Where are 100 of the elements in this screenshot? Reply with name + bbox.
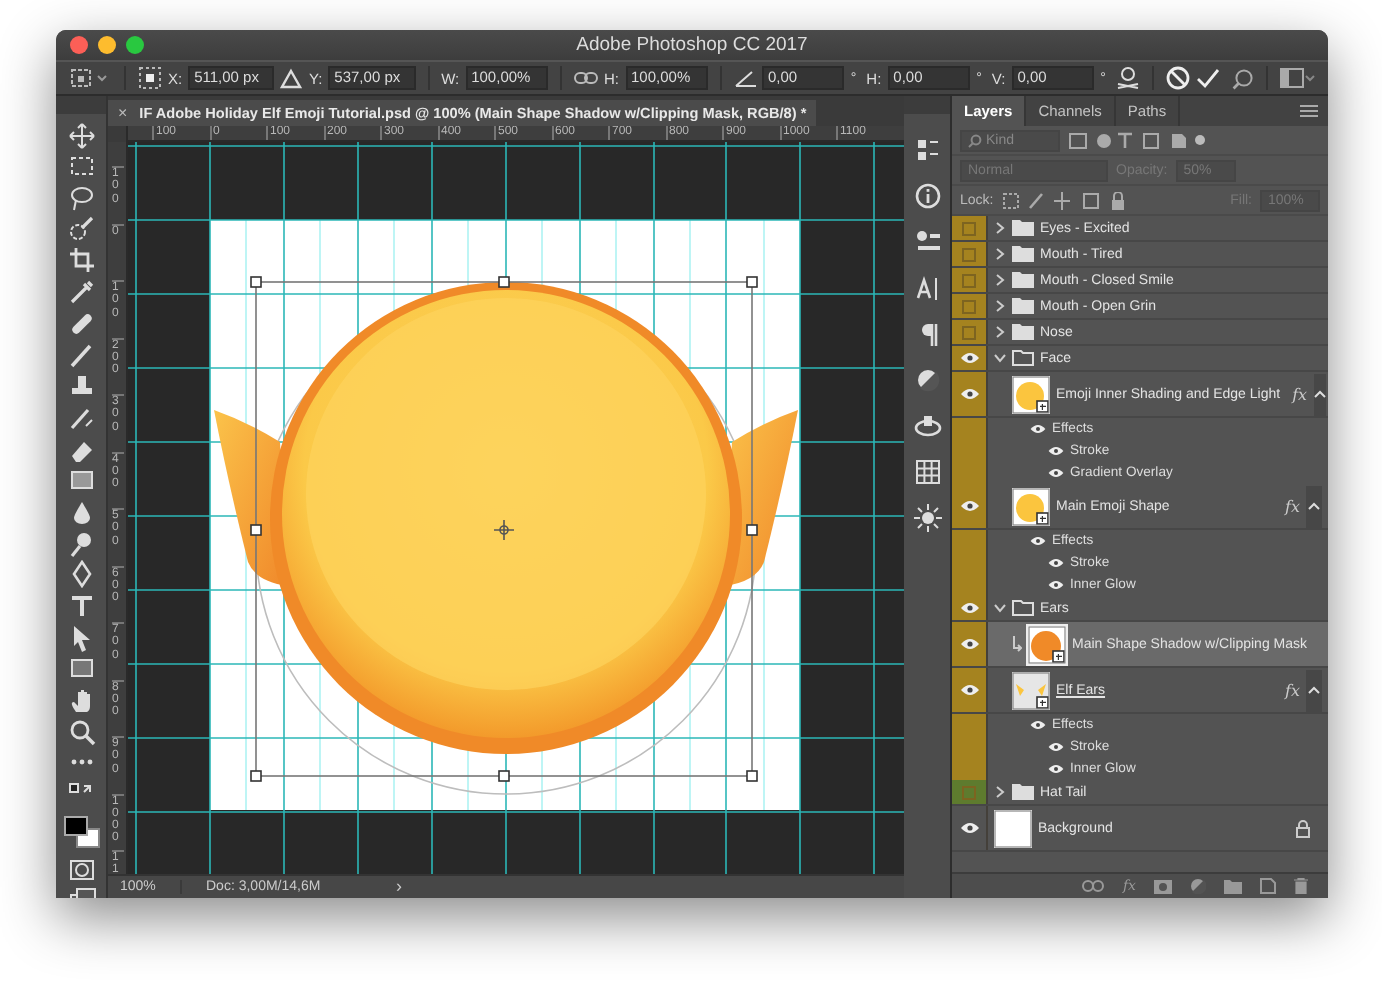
layer-color-strip[interactable] [952,596,988,620]
zoom-icon[interactable] [67,717,95,746]
reference-point-icon[interactable] [138,66,162,90]
eyedropper-icon[interactable] [67,278,95,307]
link-icon[interactable] [1082,880,1105,892]
eye-icon[interactable] [1030,720,1046,730]
lock-icons-drawing[interactable] [1001,191,1130,209]
layer-color-strip[interactable] [952,758,988,780]
layer-color-strip[interactable] [952,294,988,318]
hidden-toggle-icon[interactable] [962,273,976,287]
mask-icon[interactable] [1154,879,1172,893]
hidden-toggle-icon[interactable] [962,785,976,799]
layer-color-strip[interactable] [952,484,988,528]
layer-color-strip[interactable] [952,320,988,344]
color-swatches-icon[interactable] [61,813,101,850]
layer-color-strip[interactable] [952,372,988,416]
move-icon[interactable] [67,121,95,150]
info-icon[interactable] [913,182,941,210]
eye-icon[interactable] [959,388,979,400]
close-button[interactable] [70,36,88,54]
sun-icon[interactable] [913,504,941,532]
hand-icon[interactable] [67,686,95,715]
caret-icon[interactable] [994,326,1006,338]
crop-icon[interactable] [67,246,95,275]
caret-icon[interactable] [994,300,1006,312]
grid-icon[interactable] [913,458,941,486]
type-tool-icon[interactable] [67,592,95,620]
search-icon[interactable] [1231,67,1254,89]
quick-selection-icon[interactable] [67,215,95,244]
adjustments-icon[interactable] [913,366,941,394]
marquee-icon[interactable] [67,152,95,181]
layer-color-strip[interactable] [952,714,988,736]
dodge-icon[interactable] [67,529,95,558]
rectangle-icon[interactable] [67,654,95,683]
eye-icon[interactable] [959,500,979,512]
caret-icon [1308,502,1320,510]
zoom-button[interactable] [126,36,144,54]
caret-icon[interactable] [994,786,1006,798]
workspace-icon[interactable] [1279,67,1316,89]
history-brush-icon[interactable] [67,403,95,432]
eye-icon[interactable] [1048,558,1064,568]
warp-icon[interactable] [1115,66,1140,90]
minimize-button[interactable] [98,36,116,54]
effects-toggle-button[interactable] [1306,669,1322,711]
hidden-toggle-icon[interactable] [962,299,976,313]
cube-icon[interactable] [913,412,941,440]
eye-icon[interactable] [1030,536,1046,546]
commit-check-icon[interactable] [1195,66,1220,90]
adjustment-icon[interactable] [1190,878,1206,894]
folder-icon [1012,298,1034,314]
status-menu-button[interactable]: › [396,878,402,896]
character-icon[interactable] [913,274,941,302]
layer-color-strip[interactable] [952,242,988,266]
eye-icon[interactable] [959,638,979,650]
tool-preset-icon[interactable] [68,66,112,90]
hidden-toggle-icon[interactable] [962,221,976,235]
gradient-icon[interactable] [67,466,95,495]
layer-color-strip[interactable] [952,346,988,370]
eye-icon[interactable] [959,822,979,834]
new-layer-icon[interactable] [1260,878,1276,894]
eye-icon[interactable] [959,352,979,364]
folder-icon[interactable] [1224,879,1242,893]
eye-icon[interactable] [1048,764,1064,774]
eye-icon[interactable] [959,684,979,696]
caret-icon[interactable] [994,274,1006,286]
filter-icons-drawing[interactable] [1068,131,1208,149]
effects-toggle-button[interactable] [1306,485,1322,527]
layer-color-strip[interactable] [952,668,988,712]
hidden-toggle-icon[interactable] [962,325,976,339]
layer-color-strip[interactable] [952,216,988,240]
tab-close-button[interactable]: × [118,104,128,122]
caret-icon[interactable] [994,352,1006,364]
link-icon[interactable] [574,70,599,86]
menu-icon[interactable] [1300,104,1318,118]
caret-icon[interactable] [994,602,1006,614]
eye-icon[interactable] [1048,742,1064,752]
history-icon[interactable] [913,136,941,164]
layer-color-strip[interactable] [952,268,988,292]
properties-icon[interactable] [913,228,941,256]
layer-color-strip[interactable] [952,418,988,440]
caret-icon[interactable] [994,222,1006,234]
layer-color-strip[interactable] [952,530,988,552]
hidden-toggle-icon[interactable] [962,247,976,261]
trash-icon[interactable] [1294,878,1308,894]
lasso-icon[interactable] [67,184,95,213]
triangle-icon[interactable] [280,67,303,89]
eye-icon[interactable] [1048,468,1064,478]
eye-icon[interactable] [959,602,979,614]
layer-color-strip[interactable] [952,622,988,666]
quick-mask-icon[interactable] [67,855,95,883]
pen-icon[interactable] [67,560,95,589]
canvas-area[interactable] [128,142,904,874]
brush-icon[interactable] [67,341,95,369]
caret-icon[interactable] [994,248,1006,260]
layer-color-strip[interactable] [952,780,988,804]
cancel-icon[interactable] [1165,66,1190,90]
eye-icon[interactable] [1048,580,1064,590]
eye-icon[interactable] [1048,446,1064,456]
eye-icon[interactable] [1030,424,1046,434]
effects-toggle-button[interactable] [1313,373,1326,415]
